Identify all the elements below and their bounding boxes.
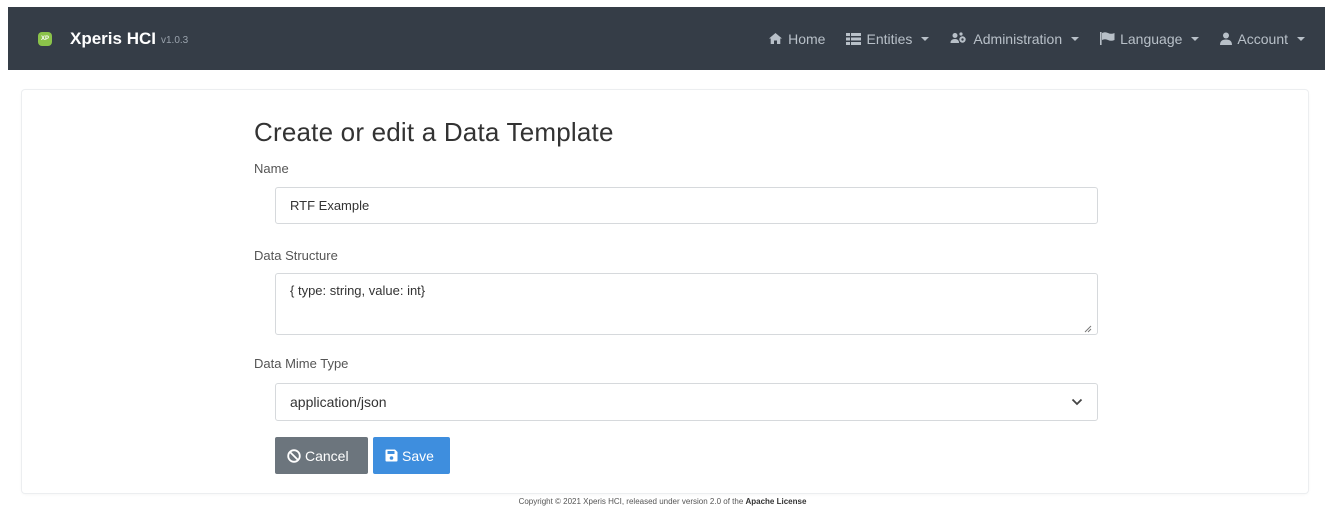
save-button-label: Save — [402, 447, 434, 464]
flag-icon — [1100, 32, 1115, 45]
data-structure-value: { type: string, value: int} — [290, 283, 426, 298]
brand-logo: XP — [38, 31, 52, 46]
page-title: Create or edit a Data Template — [254, 117, 614, 147]
caret-down-icon — [1191, 36, 1200, 41]
nav-item-label: Home — [788, 30, 826, 47]
ban-icon — [287, 448, 301, 463]
mime-type-value: application/json — [290, 394, 387, 410]
nav-item-administration[interactable]: Administration — [950, 30, 1080, 47]
navbar: XP Xperis HCI v1.0.3 Home Entities Admin… — [8, 7, 1325, 70]
form-content: Create or edit a Data Template Name RTF … — [254, 90, 1098, 474]
nav-item-language[interactable]: Language — [1100, 30, 1200, 47]
cancel-button-label: Cancel — [305, 447, 349, 464]
save-icon — [385, 449, 398, 462]
name-label: Name — [254, 161, 289, 176]
nav-item-label: Administration — [973, 30, 1063, 47]
home-icon — [768, 32, 783, 45]
name-input[interactable]: RTF Example — [275, 187, 1098, 224]
nav-item-label: Entities — [866, 30, 913, 47]
caret-down-icon — [1071, 36, 1080, 41]
mime-type-label: Data Mime Type — [254, 356, 349, 371]
nav-item-account[interactable]: Account — [1220, 31, 1305, 47]
cancel-button[interactable]: Cancel — [275, 437, 368, 474]
caret-down-icon — [921, 36, 930, 41]
footer-text: Copyright © 2021 Xperis HCI, released un… — [518, 497, 746, 506]
nav-item-entities[interactable]: Entities — [846, 30, 930, 47]
brand[interactable]: XP Xperis HCI v1.0.3 — [38, 29, 188, 49]
form-card: Create or edit a Data Template Name RTF … — [22, 90, 1308, 493]
name-input-value: RTF Example — [290, 198, 370, 213]
footer: Copyright © 2021 Xperis HCI, released un… — [0, 497, 1325, 506]
mime-type-select[interactable]: application/json — [275, 383, 1098, 421]
apache-license-link[interactable]: Apache License — [745, 497, 806, 506]
resize-handle-icon[interactable] — [1084, 321, 1092, 333]
nav-item-home[interactable]: Home — [768, 31, 825, 47]
brand-title: Xperis HCI — [70, 28, 156, 48]
user-icon — [1220, 32, 1233, 45]
nav-item-label: Language — [1120, 30, 1183, 47]
nav-item-label: Account — [1237, 30, 1288, 47]
caret-down-icon — [1297, 36, 1305, 41]
users-cog-icon — [950, 32, 968, 45]
data-structure-textarea[interactable]: { type: string, value: int} — [275, 273, 1098, 335]
save-button[interactable]: Save — [373, 437, 450, 474]
data-structure-label: Data Structure — [254, 248, 338, 263]
nav-menu: Home Entities Administration Language Ac… — [747, 31, 1305, 47]
chevron-down-icon — [1071, 398, 1083, 406]
brand-version: v1.0.3 — [160, 35, 189, 46]
list-icon — [846, 32, 862, 45]
